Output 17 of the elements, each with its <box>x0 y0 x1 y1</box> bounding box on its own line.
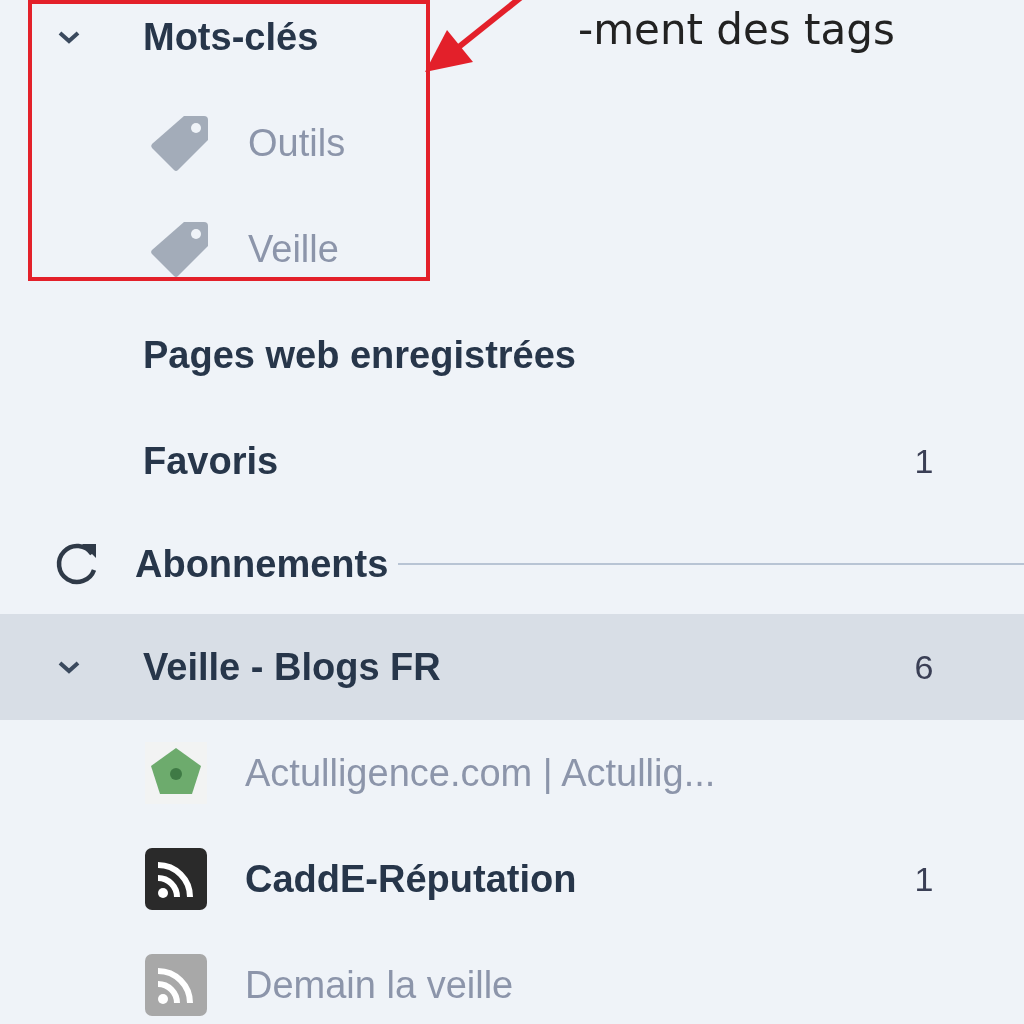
tag-icon <box>148 220 210 278</box>
feed-item[interactable]: CaddE-Réputation <box>245 857 577 901</box>
tag-icon <box>148 114 210 172</box>
sidebar-link[interactable]: Favoris <box>143 439 279 483</box>
rss-icon <box>145 848 207 910</box>
section-title[interactable]: Abonnements <box>135 542 389 586</box>
rss-icon <box>145 954 207 1016</box>
unread-count: 1 <box>913 859 935 899</box>
section-title[interactable]: Mots-clés <box>143 15 319 59</box>
unread-count: 6 <box>913 647 935 687</box>
folder-title: Veille - Blogs FR <box>143 645 441 689</box>
annotation-text: -ment des tags <box>578 6 895 55</box>
chevron-icon[interactable] <box>56 659 82 675</box>
chevron-icon[interactable] <box>56 29 82 45</box>
sidebar-link[interactable]: Pages web enregistrées <box>143 333 576 377</box>
unread-count: 1 <box>913 441 935 481</box>
folder-row[interactable]: Veille - Blogs FR 6 <box>0 614 1024 720</box>
